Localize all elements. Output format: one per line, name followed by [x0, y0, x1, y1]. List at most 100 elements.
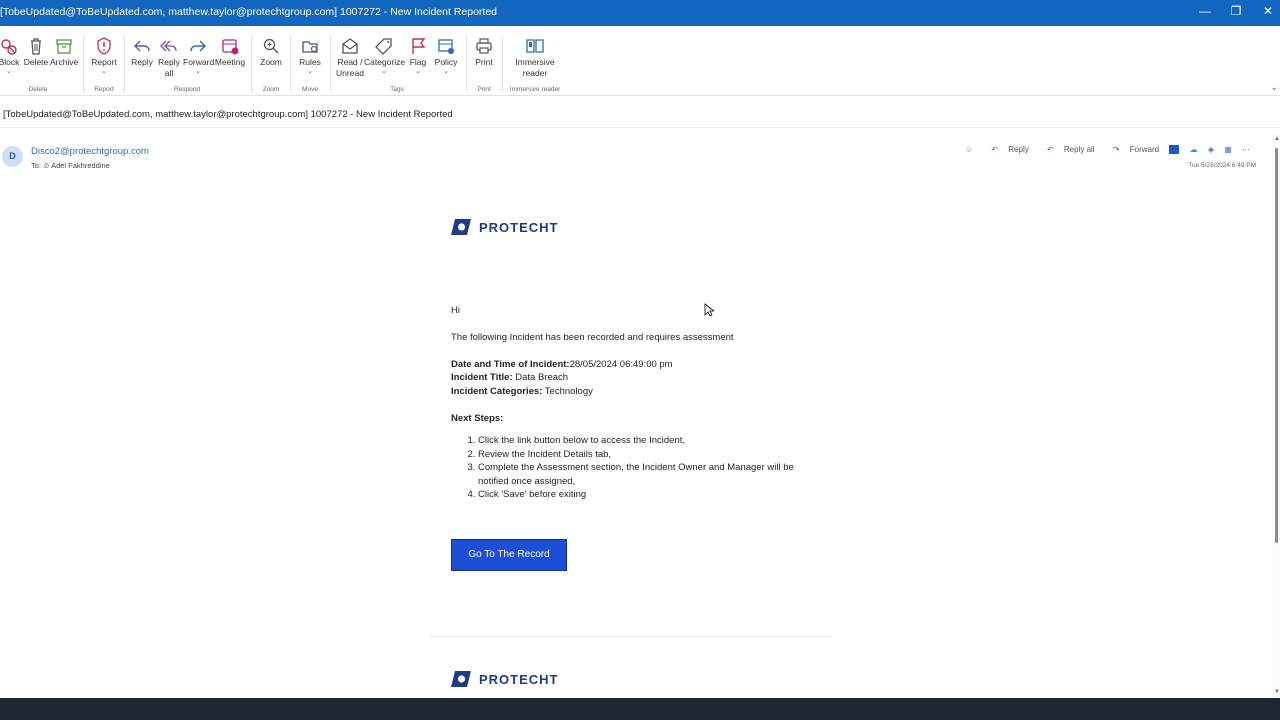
restore-button[interactable]: ❐ — [1227, 4, 1245, 18]
group-label-zoom: Zoom — [262, 86, 280, 93]
reply-all-label: Reply — [158, 57, 180, 67]
delete-button[interactable]: Delete — [23, 36, 49, 68]
zoom-button[interactable]: Zoom — [258, 36, 284, 68]
minimize-button[interactable]: — — [1196, 4, 1214, 18]
zoom-icon — [263, 38, 279, 54]
greeting: Hi — [451, 305, 460, 316]
reply-all-action[interactable]: ↶ Reply all — [1039, 145, 1095, 154]
incident-categories-row: Incident Categories: Technology — [451, 386, 593, 397]
report-button[interactable]: Report ⌄ — [89, 36, 119, 76]
reply-icon: ↶ — [991, 145, 999, 154]
more-options-icon[interactable]: ··· — [1242, 145, 1250, 154]
rules-label: Rules — [299, 57, 321, 67]
sender-name[interactable]: Disco2@protechtgroup.com — [31, 146, 149, 157]
print-button[interactable]: Print — [471, 36, 497, 68]
group-label-delete: Delete — [28, 86, 48, 93]
chevron-down-icon: ⌄ — [381, 68, 387, 75]
incident-title-label: Incident Title: — [451, 372, 513, 383]
brand-wordmark: PROTECHT — [479, 219, 559, 235]
incident-categories-value: Technology — [542, 386, 593, 397]
rules-button[interactable]: Rules ⌄ — [296, 36, 324, 76]
message-subject: [TobeUpdated@ToBeUpdated.com, matthew.ta… — [3, 109, 453, 120]
chevron-down-icon: ⌄ — [443, 68, 449, 75]
scroll-up-icon[interactable]: ▲ — [1274, 136, 1280, 142]
calendar-icon — [222, 39, 239, 55]
immersive-reader-icon — [526, 39, 544, 53]
read-unread-label-2: Unread — [336, 68, 364, 78]
forward-action[interactable]: ↷ Forward — [1105, 145, 1159, 154]
chevron-down-icon: ⌄ — [195, 68, 201, 75]
archive-icon — [56, 39, 72, 54]
group-separator — [124, 36, 125, 92]
window-title: [TobeUpdated@ToBeUpdated.com, matthew.ta… — [0, 6, 498, 18]
scrollbar-thumb[interactable] — [1275, 148, 1278, 543]
read-unread-button[interactable]: Read / Unread — [335, 36, 365, 79]
chevron-down-icon: ⌄ — [415, 68, 421, 75]
reply-button[interactable]: Reply — [130, 36, 154, 68]
close-button[interactable]: ✕ — [1259, 4, 1277, 18]
to-label: To: — [31, 161, 42, 170]
chevron-down-icon: ⌄ — [6, 68, 12, 75]
salesforce-icon[interactable]: ☁ — [1190, 145, 1198, 154]
next-steps-label: Next Steps: — [451, 413, 504, 424]
ribbon-toolbar: Block ⌄ Delete Archive Delete Report ⌄ R… — [0, 26, 1280, 96]
reply-action[interactable]: ↶ Reply — [983, 145, 1028, 154]
envelope-open-icon — [342, 38, 358, 54]
reply-all-label-2: all — [164, 68, 174, 78]
ribbon-collapse-icon[interactable]: ⌄ — [1270, 82, 1278, 93]
flag-label: Flag — [409, 57, 427, 67]
go-to-record-button[interactable]: Go To The Record — [451, 539, 567, 571]
subject-bar: [TobeUpdated@ToBeUpdated.com, matthew.ta… — [0, 100, 1280, 128]
list-item: Review the Incident Details tab, — [478, 448, 811, 462]
archive-button[interactable]: Archive — [50, 36, 78, 68]
policy-icon — [438, 39, 454, 54]
reply-icon — [134, 40, 150, 52]
forward-action-label: Forward — [1129, 145, 1160, 154]
meeting-button[interactable]: Meeting — [214, 36, 246, 68]
read-unread-label: Read / — [337, 57, 363, 67]
categorize-label: Categorize — [364, 57, 406, 67]
forward-icon: ↷ — [1112, 145, 1120, 154]
categorize-button[interactable]: Categorize ⌄ — [364, 36, 406, 76]
block-button[interactable]: Block ⌄ — [0, 36, 20, 76]
group-label-print: Print — [477, 86, 491, 93]
group-label-immersive: Immersive reader — [509, 86, 561, 93]
addin-icon[interactable]: ◈ — [1208, 145, 1214, 154]
group-separator — [502, 36, 503, 92]
scroll-down-icon[interactable]: ▼ — [1274, 689, 1280, 695]
report-label: Report — [91, 57, 117, 67]
next-steps-list: Click the link button below to access th… — [466, 434, 811, 502]
taskbar — [0, 698, 1280, 720]
flag-button[interactable]: Flag ⌄ — [406, 36, 430, 76]
reply-all-action-label: Reply all — [1063, 145, 1095, 154]
incident-date-label: Date and Time of Incident: — [451, 359, 570, 370]
avatar[interactable]: D — [2, 146, 23, 167]
chevron-down-icon: ⌄ — [307, 68, 313, 75]
group-separator — [330, 36, 331, 92]
emoji-icon[interactable]: ☺ — [965, 145, 973, 154]
box-icon[interactable] — [1169, 145, 1180, 155]
policy-button[interactable]: Policy ⌄ — [432, 36, 460, 76]
reply-all-icon — [160, 40, 177, 52]
group-label-respond: Respond — [173, 86, 201, 93]
list-item: Click 'Save' before exiting — [478, 488, 811, 502]
window-titlebar: [TobeUpdated@ToBeUpdated.com, matthew.ta… — [0, 0, 1280, 26]
reply-all-icon: ↶ — [1046, 145, 1054, 154]
reply-all-button[interactable]: Reply all — [157, 36, 181, 79]
group-label-report: Report — [94, 86, 114, 93]
list-item: Complete the Assessment section, the Inc… — [478, 461, 811, 488]
flag-icon — [412, 38, 426, 54]
footer-brand-wordmark: PROTECHT — [479, 671, 559, 687]
tag-icon — [375, 38, 392, 55]
immersive-reader-button[interactable]: Immersive reader — [510, 36, 560, 79]
list-item: Click the link button below to access th… — [478, 434, 811, 448]
archive-label: Archive — [50, 57, 79, 67]
forward-button[interactable]: Forward ⌄ — [183, 36, 214, 76]
immersive-label: Immersive — [515, 57, 555, 67]
zoom-label: Zoom — [260, 57, 282, 67]
mouse-cursor-icon — [704, 303, 714, 317]
shield-alert-icon — [97, 37, 111, 55]
footer-divider — [430, 636, 832, 637]
recipient-name[interactable]: Adel Fakhreddine — [51, 161, 110, 170]
apps-grid-icon[interactable]: ▦ — [1224, 145, 1232, 154]
